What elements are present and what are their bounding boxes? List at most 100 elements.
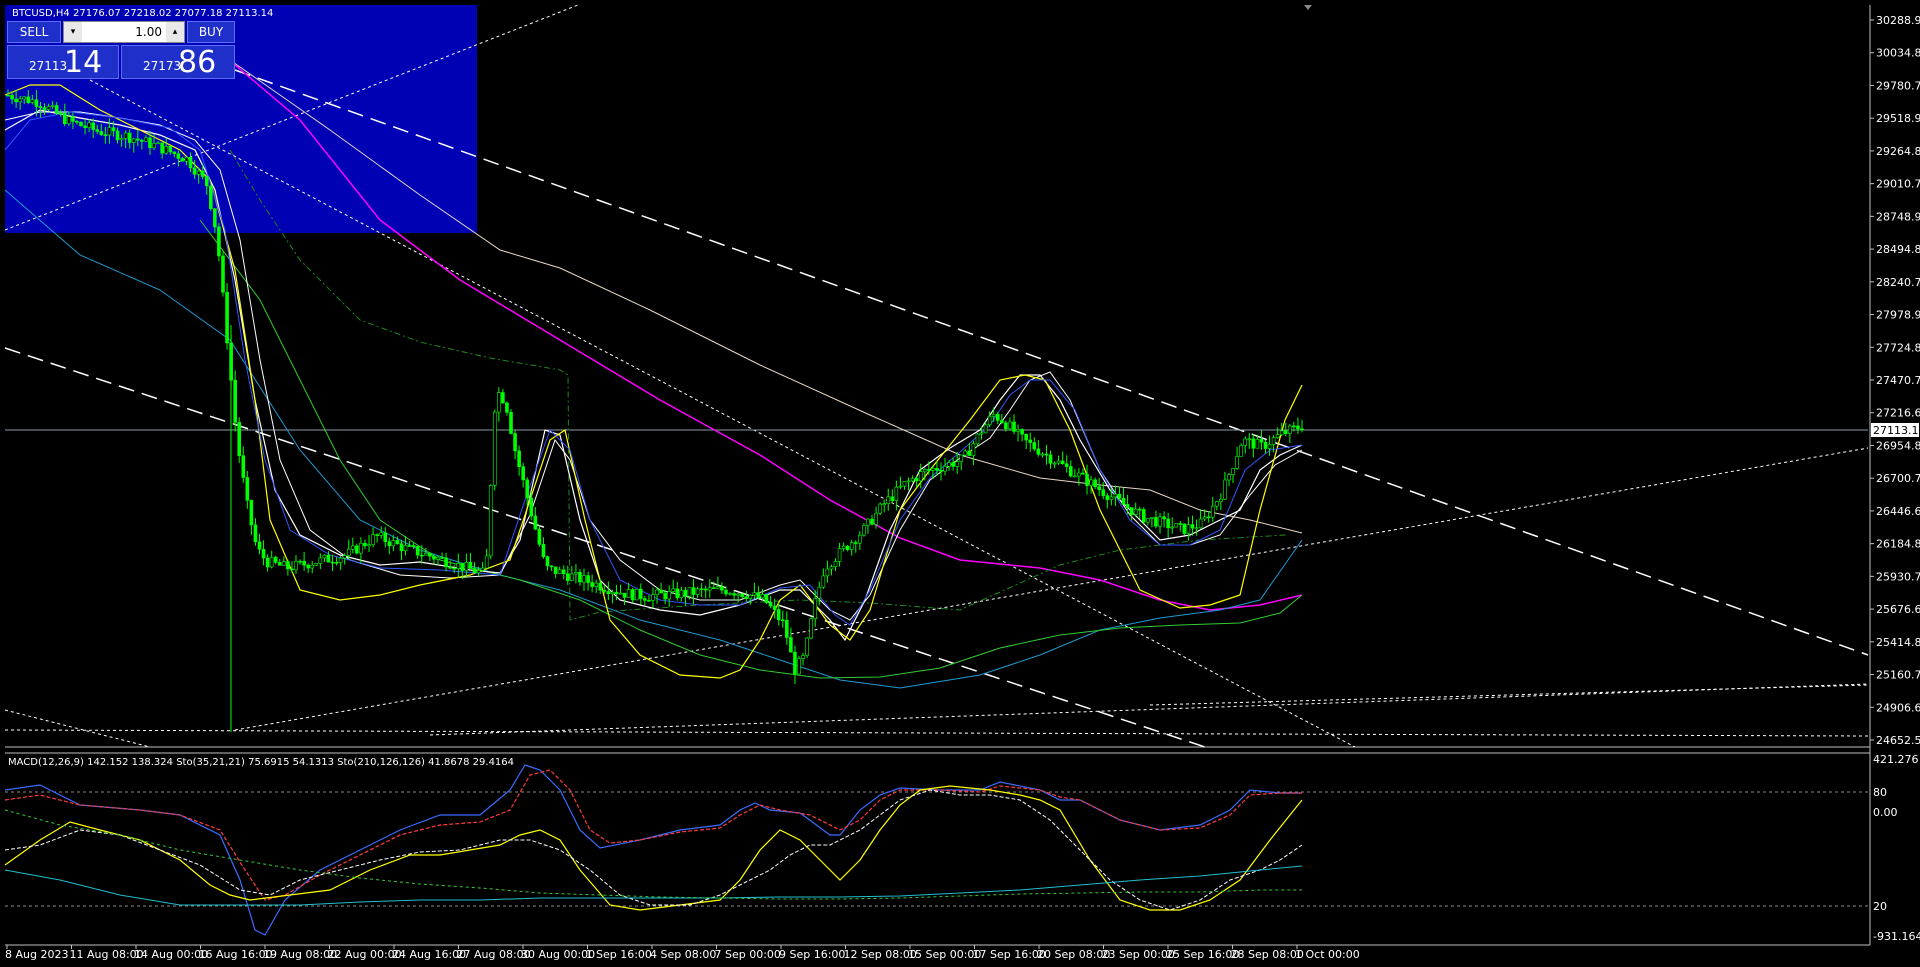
- price-tick-label: 30034.80: [1876, 47, 1920, 60]
- candle-body: [590, 582, 594, 587]
- candle-body: [144, 137, 148, 142]
- candle-body: [639, 588, 643, 599]
- candle-body: [578, 571, 582, 583]
- lot-size-input[interactable]: ▾ 1.00 ▴: [63, 21, 185, 43]
- candle-body: [1141, 509, 1146, 523]
- trendline-dotted-support[interactable]: [234, 447, 1869, 731]
- trendline-dashed-upper[interactable]: [234, 69, 1869, 656]
- candle-body: [1056, 460, 1061, 464]
- candle-body: [858, 534, 862, 544]
- lot-decrease-icon[interactable]: ▾: [64, 22, 82, 42]
- ma-green: [199, 219, 1303, 679]
- price-scale[interactable]: 30288.90 30034.80 29780.70 29518.90 29264.80…: [1870, 14, 1920, 747]
- candle-body: [286, 561, 290, 570]
- trendline-dotted-bottom-left[interactable]: [4, 709, 151, 748]
- candle-body: [34, 99, 39, 107]
- candle-body: [253, 524, 258, 543]
- candle-body: [849, 542, 854, 550]
- candle-body: [1028, 439, 1033, 443]
- candle-body: [497, 392, 501, 413]
- candle-body: [1125, 504, 1130, 508]
- candle-body: [582, 575, 586, 583]
- trendline-dashed-lower[interactable]: [4, 347, 1206, 748]
- candle-body: [760, 594, 765, 599]
- sell-button[interactable]: SELL: [7, 21, 61, 43]
- candle-body: [1093, 479, 1097, 487]
- sto-slow-green-dashed: [4, 809, 1302, 900]
- candle-body: [168, 146, 173, 153]
- candle-body: [1166, 518, 1170, 529]
- candle-body: [314, 563, 319, 566]
- trendline-dotted-bottom[interactable]: [4, 729, 1869, 737]
- price-tick-label: 25676.60: [1876, 603, 1920, 616]
- candle-body: [1283, 430, 1288, 434]
- candle-body: [1008, 421, 1012, 430]
- candle-body: [119, 138, 124, 141]
- time-tick-label: 28 Sep 08:00: [1231, 948, 1304, 961]
- candle-body: [363, 542, 367, 547]
- ohlc-values: 27176.07 27218.02 27077.18 27113.14: [73, 8, 273, 19]
- candle-body: [1247, 438, 1252, 441]
- candle-body: [1300, 428, 1304, 431]
- candle-body: [436, 557, 440, 560]
- candle-body: [127, 132, 132, 143]
- candle-body: [148, 137, 152, 149]
- candle-body: [679, 589, 684, 598]
- candle-body: [399, 543, 404, 552]
- scroll-marker-icon[interactable]: [1304, 5, 1312, 10]
- candle-body: [634, 588, 639, 601]
- candle-body: [359, 542, 363, 554]
- candle-body: [1016, 429, 1020, 432]
- sto-fast-white-dashed: [4, 789, 1303, 911]
- trendline-dotted-flat[interactable]: [429, 683, 1869, 736]
- trendline-dotted-flat-2[interactable]: [1149, 684, 1869, 706]
- chart-canvas[interactable]: BTCUSD,H4 27176.07 27218.02 27077.18 271…: [0, 0, 1920, 967]
- candle-body: [480, 567, 485, 571]
- sell-price-box[interactable]: 27113 14: [7, 45, 119, 80]
- candle-body: [407, 545, 412, 547]
- candle-body: [671, 588, 676, 592]
- candle-body: [521, 466, 525, 481]
- lot-value[interactable]: 1.00: [135, 25, 162, 39]
- indicator-bottom-value: -931.164: [1873, 930, 1920, 943]
- candle-body: [1198, 518, 1203, 529]
- candle-body: [979, 432, 984, 435]
- candle-body: [927, 469, 931, 471]
- candle-body: [342, 555, 347, 559]
- symbol-header: BTCUSD,H4 27176.07 27218.02 27077.18 271…: [12, 8, 273, 19]
- candle-body: [1227, 474, 1231, 481]
- lot-increase-icon[interactable]: ▴: [166, 22, 184, 42]
- one-click-trading-panel[interactable]: SELL ▾ 1.00 ▴ BUY 27113 14 27173 86: [7, 21, 235, 80]
- indicator-level-0-label: 0.00: [1873, 806, 1898, 819]
- candle-body: [995, 413, 1000, 421]
- candle-body: [817, 586, 822, 599]
- time-scale[interactable]: 8 Aug 2023 11 Aug 08:0014 Aug 00:0016 Aug…: [5, 945, 1360, 961]
- candle-body: [50, 105, 55, 107]
- candle-body: [748, 594, 753, 599]
- candle-body: [440, 557, 444, 559]
- candle-body: [200, 170, 205, 177]
- candle-body: [785, 620, 789, 638]
- candle-body: [513, 433, 517, 452]
- candle-body: [598, 582, 603, 591]
- candle-body: [95, 129, 100, 132]
- candle-body: [14, 98, 18, 103]
- candle-body: [695, 588, 700, 595]
- price-tick-label: 29264.80: [1876, 145, 1920, 158]
- candle-body: [971, 443, 976, 456]
- candle-body: [419, 554, 424, 557]
- indicator-scale: 421.276 80 0.00 20 -931.164: [1873, 753, 1920, 943]
- candle-body: [1105, 495, 1110, 500]
- price-tick-label: 25160.70: [1876, 669, 1920, 682]
- time-tick-label: 19 Aug 08:00: [263, 948, 337, 961]
- candle-body: [476, 570, 481, 574]
- buy-price-box[interactable]: 27173 86: [121, 45, 235, 80]
- price-tick-label: 26954.80: [1876, 439, 1920, 452]
- buy-button[interactable]: BUY: [187, 21, 235, 43]
- candle-body: [1068, 466, 1073, 477]
- candle-body: [1162, 516, 1166, 520]
- candle-body: [841, 545, 846, 549]
- candle-body: [1109, 496, 1114, 500]
- candle-body: [1194, 527, 1199, 530]
- candle-body: [821, 575, 826, 588]
